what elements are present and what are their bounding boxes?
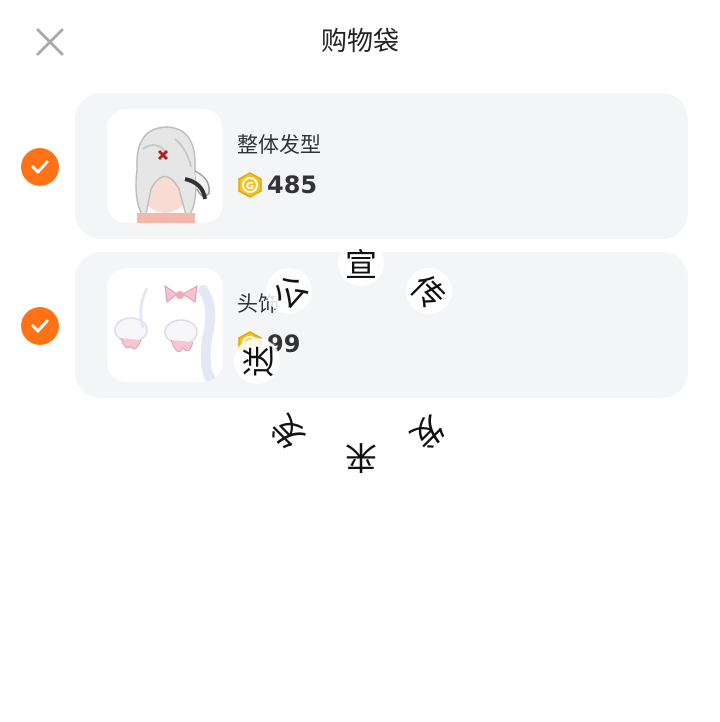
- page-title: 购物袋: [320, 27, 399, 57]
- header: 购物袋: [0, 0, 720, 84]
- item-checkbox[interactable]: [21, 307, 59, 345]
- item-thumbnail: [107, 268, 223, 382]
- price-value: 485: [267, 171, 318, 199]
- item-price: G 99: [237, 330, 300, 358]
- checkmark-icon: [31, 319, 49, 333]
- cart-item[interactable]: 头饰 G 99: [75, 252, 688, 398]
- overlay-character: 发: [396, 400, 462, 466]
- cart-item[interactable]: 整体发型 G 485: [75, 93, 688, 239]
- price-value: 99: [267, 330, 301, 358]
- shopping-bag-page: 购物袋 整体发型 G 485 头饰 G 99 宣 传 发 来 发 送 公: [0, 0, 720, 722]
- item-checkbox[interactable]: [21, 148, 59, 186]
- svg-text:G: G: [246, 340, 254, 351]
- item-thumbnail: [107, 109, 223, 223]
- svg-text:G: G: [246, 181, 254, 192]
- item-price: G 485: [237, 171, 317, 199]
- checkmark-icon: [31, 160, 49, 174]
- item-name: 头饰: [237, 292, 279, 316]
- headwear-thumbnail: [114, 284, 216, 382]
- overlay-character: 来: [338, 436, 384, 482]
- overlay-character: 发: [254, 400, 320, 466]
- hairstyle-thumbnail: [135, 126, 210, 223]
- coin-icon: G: [238, 331, 262, 357]
- item-name: 整体发型: [237, 133, 321, 157]
- coin-icon: G: [238, 172, 262, 198]
